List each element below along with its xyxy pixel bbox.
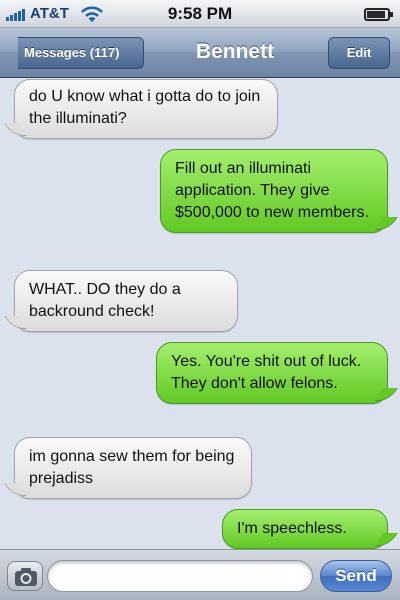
compose-bar: Send	[0, 549, 400, 600]
message-bubble-sent: Fill out an illuminati application. They…	[160, 149, 388, 233]
message-bubble-received: im gonna sew them for being prejadiss	[14, 437, 252, 499]
send-button[interactable]: Send	[320, 560, 392, 592]
message-bubble-received: WHAT.. DO they do a backround check!	[14, 270, 238, 332]
status-bar: AT&T 9:58 PM	[0, 0, 400, 28]
edit-button[interactable]: Edit	[328, 37, 390, 69]
camera-button[interactable]	[7, 561, 43, 591]
status-time: 9:58 PM	[167, 4, 233, 23]
message-bubble-received: do U know what i gotta do to join the il…	[14, 79, 278, 139]
conversation-title: Bennett	[195, 40, 275, 63]
conversation-thread[interactable]: do U know what i gotta do to join the il…	[0, 79, 400, 549]
message-bubble-sent: Yes. You're shit out of luck. They don't…	[156, 342, 388, 404]
nav-bar: Messages (117) Bennett Edit	[0, 28, 400, 78]
battery-level	[367, 11, 385, 18]
messages-back-button[interactable]: Messages (117)	[18, 37, 144, 69]
message-input[interactable]	[47, 560, 313, 592]
message-bubble-sent: I'm speechless.	[222, 509, 388, 549]
camera-icon	[15, 568, 37, 586]
back-button-label: Messages (117)	[24, 45, 120, 60]
battery-icon	[364, 8, 393, 21]
